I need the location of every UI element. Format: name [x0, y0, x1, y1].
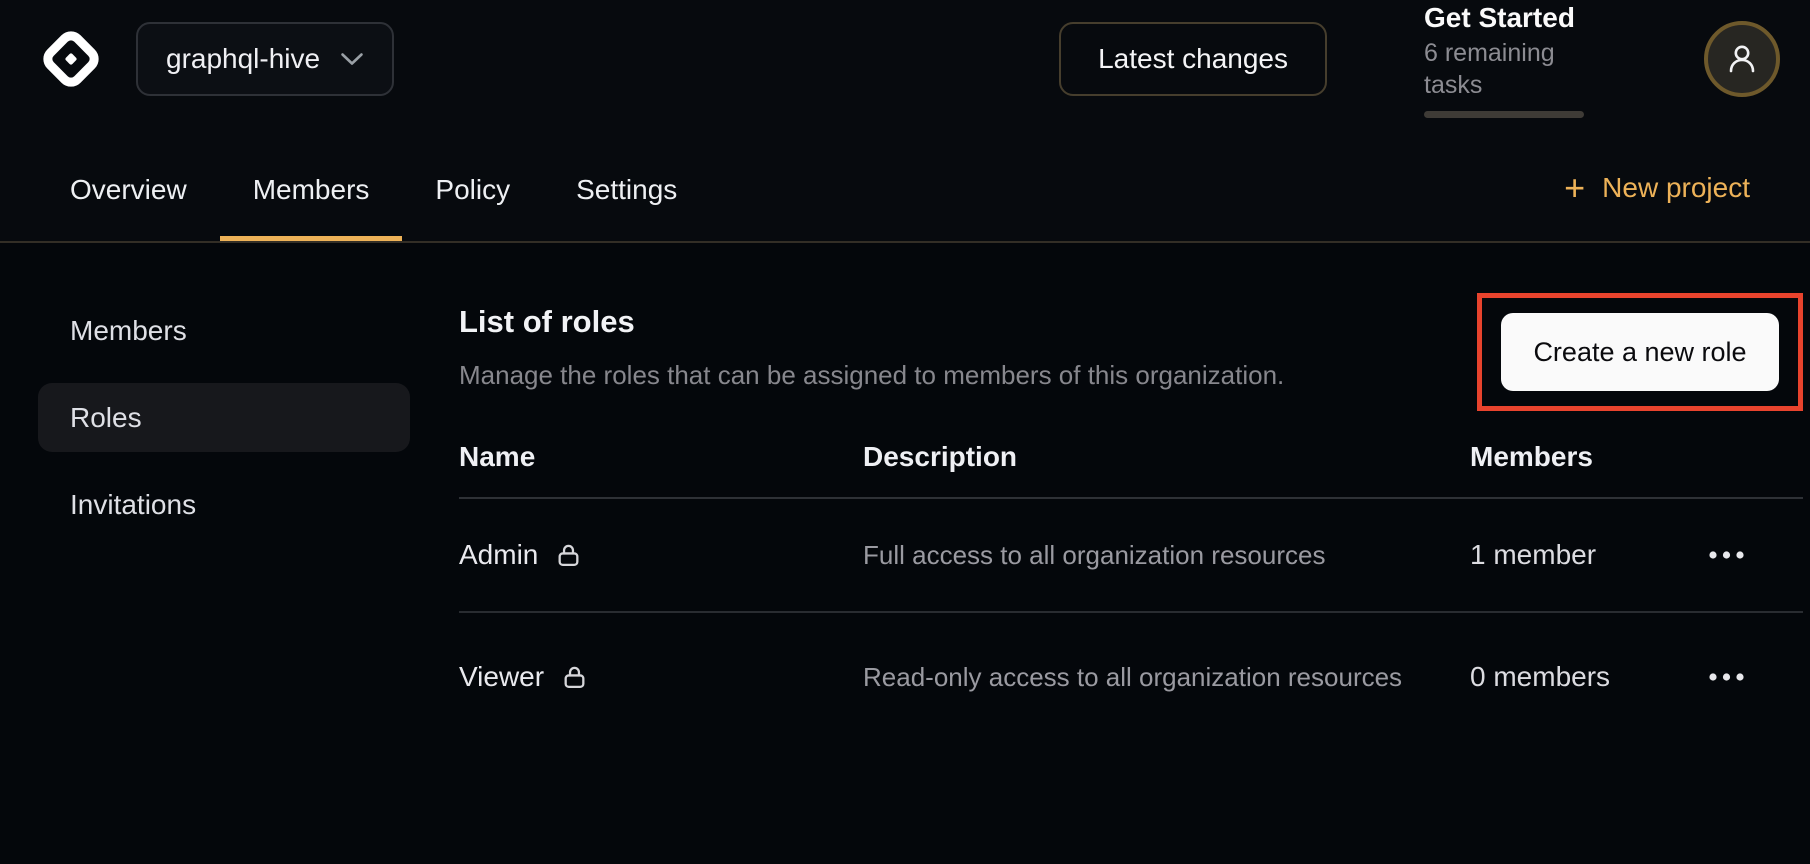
new-project-label: New project [1602, 172, 1750, 204]
role-description: Full access to all organization resource… [863, 516, 1403, 595]
tab-policy[interactable]: Policy [402, 174, 543, 241]
sidebar-item-roles[interactable]: Roles [38, 383, 410, 452]
organization-name: graphql-hive [166, 43, 320, 75]
role-name: Viewer [459, 661, 544, 693]
top-bar: graphql-hive Latest changes Get Started … [0, 0, 1810, 243]
row-actions-menu-button[interactable] [1700, 542, 1753, 568]
tab-members[interactable]: Members [220, 174, 403, 241]
chevron-down-icon [340, 52, 364, 66]
role-name: Admin [459, 539, 538, 571]
column-header-description: Description [863, 441, 1470, 473]
sidebar-item-members[interactable]: Members [38, 296, 410, 365]
tab-bar: Overview Members Policy Settings + New p… [0, 118, 1810, 241]
role-member-count: 0 members [1470, 661, 1700, 693]
members-sidebar: Members Roles Invitations [0, 243, 459, 864]
user-avatar[interactable] [1704, 21, 1780, 97]
lock-icon [561, 664, 588, 691]
create-new-role-button[interactable]: Create a new role [1501, 313, 1779, 391]
get-started-progress-bar [1424, 111, 1584, 118]
sidebar-item-invitations[interactable]: Invitations [38, 470, 410, 539]
column-header-name: Name [459, 441, 863, 473]
new-project-button[interactable]: + New project [1564, 172, 1750, 204]
tab-overview[interactable]: Overview [37, 174, 220, 241]
column-header-members: Members [1470, 441, 1700, 473]
lock-icon [555, 542, 582, 569]
annotation-highlight-box: Create a new role [1477, 293, 1803, 411]
get-started-widget[interactable]: Get Started 6 remaining tasks [1424, 1, 1608, 118]
plus-icon: + [1564, 174, 1585, 202]
get-started-remaining-tasks: 6 remaining tasks [1424, 37, 1608, 101]
row-actions-menu-button[interactable] [1700, 664, 1753, 690]
table-row-viewer: Viewer Read-only access to all organizat… [459, 613, 1803, 741]
organization-selector[interactable]: graphql-hive [136, 22, 394, 96]
role-member-count: 1 member [1470, 539, 1700, 571]
user-icon [1723, 40, 1761, 78]
get-started-title: Get Started [1424, 1, 1608, 35]
tab-settings[interactable]: Settings [543, 174, 710, 241]
table-row-admin: Admin Full access to all organization re… [459, 499, 1803, 613]
roles-table: Name Description Members Admin Full acce… [459, 429, 1803, 741]
page-content: Members Roles Invitations List of roles … [0, 243, 1810, 864]
tabs: Overview Members Policy Settings [37, 174, 710, 241]
hive-logo-icon[interactable] [37, 25, 105, 93]
role-description: Read-only access to all organization res… [863, 638, 1403, 717]
header: graphql-hive Latest changes Get Started … [0, 0, 1810, 118]
table-header-row: Name Description Members [459, 429, 1803, 499]
latest-changes-button[interactable]: Latest changes [1059, 22, 1327, 96]
